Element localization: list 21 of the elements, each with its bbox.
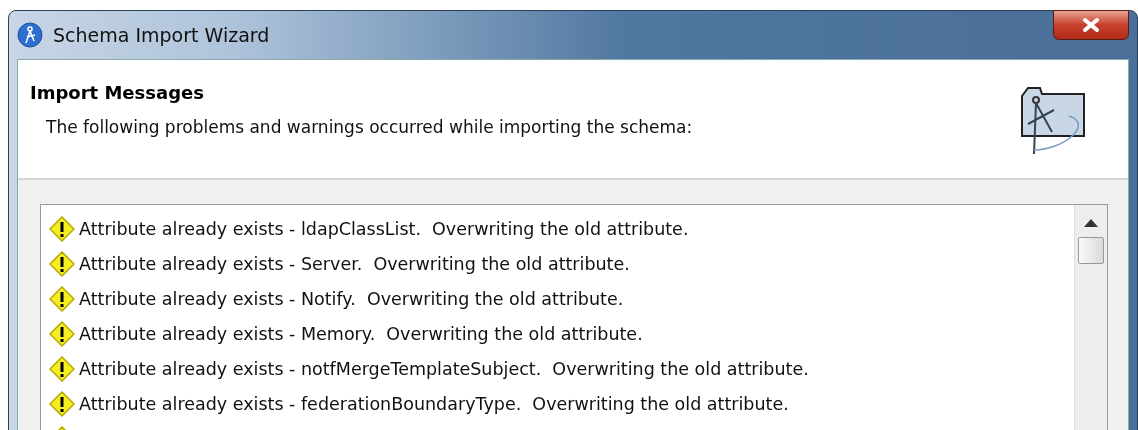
warning-icon bbox=[49, 390, 75, 417]
warning-icon bbox=[49, 320, 75, 347]
warning-icon bbox=[49, 250, 75, 277]
page-title: Import Messages bbox=[30, 82, 205, 103]
message-text: Attribute already exists - ldapClassList. Overwriting the old attribute. bbox=[79, 218, 689, 239]
scroll-up-icon[interactable] bbox=[1084, 219, 1098, 227]
close-icon bbox=[1081, 17, 1101, 33]
page-description: The following problems and warnings occurred while importing the schema: bbox=[46, 117, 693, 137]
scroll-thumb[interactable] bbox=[1078, 237, 1104, 264]
message-text: Attribute already exists - Server. Overwriting the old attribute. bbox=[79, 253, 630, 274]
message-text: Attribute already exists - Memory. Overwriting the old attribute. bbox=[79, 323, 643, 344]
message-text: Attribute already exists - Notify. Overwriting the old attribute. bbox=[79, 288, 624, 309]
close-button[interactable] bbox=[1053, 10, 1129, 40]
warning-icon bbox=[49, 215, 75, 242]
scrollbar[interactable] bbox=[1074, 205, 1107, 430]
compass-icon bbox=[17, 22, 43, 48]
window-title: Schema Import Wizard bbox=[53, 24, 271, 46]
warning-icon bbox=[49, 355, 75, 382]
message-text: Attribute already exists - federationBoundaryType. Overwriting the old attribute. bbox=[79, 393, 789, 414]
warning-icon bbox=[49, 285, 75, 312]
message-text: Attribute already exists - notfMergeTemplateSubject. Overwriting the old attribute. bbox=[79, 358, 809, 379]
